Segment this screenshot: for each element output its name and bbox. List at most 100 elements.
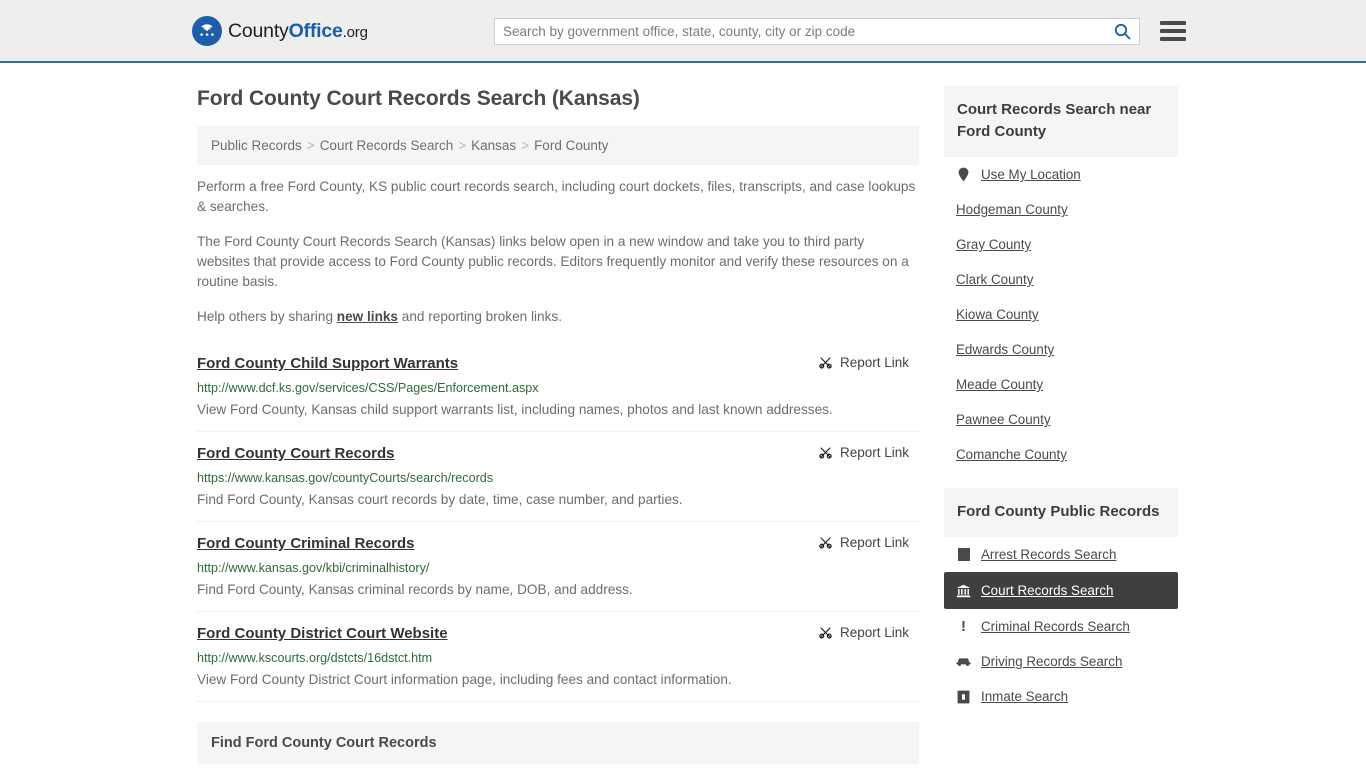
- broken-link-icon: [819, 627, 832, 639]
- sidebar-link-label[interactable]: Clark County: [956, 271, 1033, 288]
- result-title-link[interactable]: Ford County Court Records: [197, 444, 395, 463]
- search-button[interactable]: [1105, 19, 1139, 44]
- exclamation-icon: !: [961, 618, 966, 635]
- broken-link-icon: [819, 537, 832, 549]
- sidebar-nearby-list: Use My Location Hodgeman County Gray Cou…: [944, 157, 1178, 472]
- new-links-link[interactable]: new links: [337, 309, 398, 324]
- result-title-link[interactable]: Ford County Criminal Records: [197, 534, 415, 553]
- sidebar-link-label[interactable]: Meade County: [956, 376, 1043, 393]
- sidebar-item-court-records-search[interactable]: Court Records Search: [944, 572, 1178, 609]
- sidebar-link-label[interactable]: Driving Records Search: [981, 653, 1122, 670]
- intro-text: Perform a free Ford County, KS public co…: [188, 177, 928, 327]
- result-entry: Ford County Court Records Report Link ht…: [197, 432, 919, 522]
- brand-part-office: Office: [288, 19, 343, 42]
- sidebar: Court Records Search near Ford County Us…: [944, 63, 1178, 718]
- result-title-link[interactable]: Ford County Child Support Warrants: [197, 354, 458, 373]
- sidebar-nearby-heading: Court Records Search near Ford County: [944, 86, 1178, 157]
- result-description: View Ford County District Court informat…: [197, 672, 732, 687]
- inmate-icon: [956, 689, 971, 704]
- share-prefix: Help others by sharing: [197, 309, 337, 324]
- brand-part-county: County: [228, 19, 289, 42]
- sidebar-link-label[interactable]: Edwards County: [956, 341, 1054, 358]
- sidebar-link-label[interactable]: Criminal Records Search: [981, 618, 1130, 635]
- broken-link-icon: [819, 357, 832, 369]
- share-suffix: and reporting broken links.: [398, 309, 562, 324]
- find-records-section: Find Ford County Court Records: [197, 722, 919, 764]
- report-link-label: Report Link: [839, 445, 909, 460]
- report-link-button[interactable]: Report Link: [818, 624, 909, 640]
- report-link-button[interactable]: Report Link: [818, 354, 909, 370]
- report-link-label: Report Link: [839, 535, 909, 550]
- breadcrumb-separator: >: [458, 138, 467, 153]
- sidebar-link-label[interactable]: Comanche County: [956, 446, 1067, 463]
- sidebar-link-label[interactable]: Gray County: [956, 236, 1031, 253]
- breadcrumb-item-court-records-search[interactable]: Court Records Search: [320, 138, 454, 153]
- breadcrumb-separator: >: [521, 138, 530, 153]
- report-link-label: Report Link: [839, 355, 909, 370]
- sidebar-item-criminal-records-search[interactable]: ! Criminal Records Search: [944, 609, 1178, 644]
- find-records-title: Find Ford County Court Records: [211, 735, 437, 751]
- search-icon: [1114, 23, 1130, 40]
- sidebar-item-kiowa-county[interactable]: Kiowa County: [944, 297, 1178, 332]
- sidebar-item-gray-county[interactable]: Gray County: [944, 227, 1178, 262]
- book-icon: [956, 547, 971, 562]
- breadcrumb-separator: >: [306, 138, 315, 153]
- breadcrumb-item-public-records[interactable]: Public Records: [211, 138, 302, 153]
- broken-link-icon: [819, 447, 832, 459]
- sidebar-item-comanche-county[interactable]: Comanche County: [944, 437, 1178, 472]
- sidebar-item-arrest-records-search[interactable]: Arrest Records Search: [944, 537, 1178, 572]
- breadcrumb: Public Records > Court Records Search > Kans…: [197, 126, 919, 165]
- sidebar-link-label[interactable]: Use My Location: [981, 166, 1081, 183]
- hamburger-menu-icon[interactable]: [1160, 19, 1186, 43]
- sidebar-item-edwards-county[interactable]: Edwards County: [944, 332, 1178, 367]
- sidebar-public-records-box: Ford County Public Records Arrest Record…: [944, 488, 1178, 714]
- site-logo[interactable]: CountyOffice.org: [192, 16, 368, 46]
- sidebar-link-label[interactable]: Hodgeman County: [956, 201, 1068, 218]
- result-description: Find Ford County, Kansas criminal record…: [197, 582, 633, 597]
- sidebar-link-label[interactable]: Inmate Search: [981, 688, 1068, 705]
- result-url[interactable]: http://www.dcf.ks.gov/services/CSS/Pages…: [197, 380, 919, 396]
- sidebar-link-label[interactable]: Court Records Search: [981, 582, 1113, 599]
- share-links-paragraph: Help others by sharing new links and rep…: [197, 307, 919, 327]
- report-link-label: Report Link: [839, 625, 909, 640]
- report-link-button[interactable]: Report Link: [818, 534, 909, 550]
- search-input[interactable]: [495, 19, 1105, 44]
- map-pin-icon: [956, 167, 971, 182]
- result-description: Find Ford County, Kansas court records b…: [197, 492, 683, 507]
- sidebar-item-driving-records-search[interactable]: Driving Records Search: [944, 644, 1178, 679]
- main-content: Ford County Court Records Search (Kansas…: [188, 63, 928, 764]
- search-bar[interactable]: [494, 18, 1140, 45]
- sidebar-item-meade-county[interactable]: Meade County: [944, 367, 1178, 402]
- sidebar-item-inmate-search[interactable]: Inmate Search: [944, 679, 1178, 714]
- result-title-link[interactable]: Ford County District Court Website: [197, 624, 448, 643]
- sidebar-nearby-box: Court Records Search near Ford County Us…: [944, 86, 1178, 472]
- result-entry: Ford County District Court Website Repor…: [197, 612, 919, 702]
- result-entry: Ford County Criminal Records Report Link…: [197, 522, 919, 612]
- sidebar-item-pawnee-county[interactable]: Pawnee County: [944, 402, 1178, 437]
- sidebar-link-label[interactable]: Arrest Records Search: [981, 546, 1116, 563]
- sidebar-item-hodgeman-county[interactable]: Hodgeman County: [944, 192, 1178, 227]
- sidebar-link-label[interactable]: Kiowa County: [956, 306, 1039, 323]
- result-url[interactable]: http://www.kscourts.org/dstcts/16dstct.h…: [197, 650, 919, 666]
- intro-paragraph-2: The Ford County Court Records Search (Ka…: [197, 234, 909, 289]
- result-url[interactable]: http://www.kansas.gov/kbi/criminalhistor…: [197, 560, 919, 576]
- sidebar-item-use-my-location[interactable]: Use My Location: [944, 157, 1178, 192]
- sidebar-public-records-heading: Ford County Public Records: [944, 488, 1178, 537]
- eagle-stars-logo-icon: [192, 16, 222, 46]
- sidebar-item-clark-county[interactable]: Clark County: [944, 262, 1178, 297]
- car-icon: [956, 654, 971, 669]
- result-entry: Ford County Child Support Warrants Repor…: [197, 342, 919, 432]
- breadcrumb-item-ford-county[interactable]: Ford County: [534, 138, 608, 153]
- brand-wordmark: CountyOffice.org: [228, 20, 368, 43]
- result-url[interactable]: https://www.kansas.gov/countyCourts/sear…: [197, 470, 919, 486]
- report-link-button[interactable]: Report Link: [818, 444, 909, 460]
- brand-part-org: .org: [342, 23, 368, 41]
- intro-paragraph-1: Perform a free Ford County, KS public co…: [197, 179, 916, 214]
- result-description: View Ford County, Kansas child support w…: [197, 402, 833, 417]
- sidebar-link-label[interactable]: Pawnee County: [956, 411, 1051, 428]
- courthouse-icon: [956, 583, 971, 598]
- breadcrumb-item-kansas[interactable]: Kansas: [471, 138, 516, 153]
- sidebar-public-records-list: Arrest Records Search Court Records Sear…: [944, 537, 1178, 714]
- page-title: Ford County Court Records Search (Kansas…: [197, 87, 640, 110]
